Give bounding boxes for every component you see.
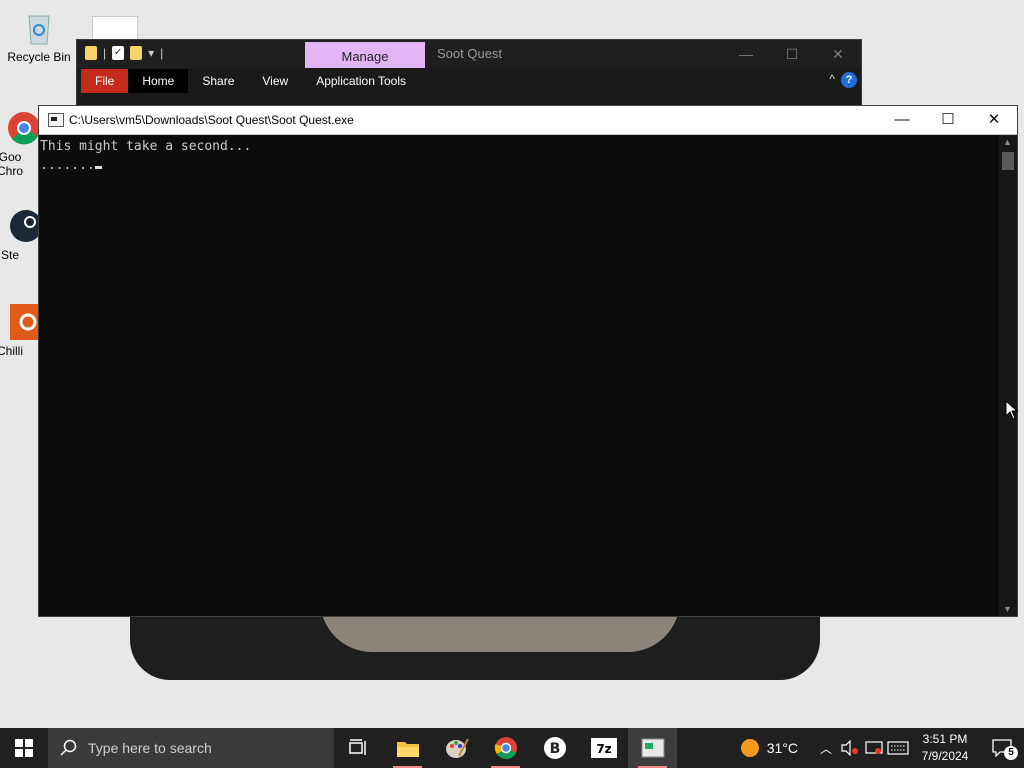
search-placeholder: Type here to search xyxy=(88,740,212,756)
weather-widget[interactable]: 31°C xyxy=(740,739,798,757)
collapse-ribbon-icon[interactable]: ^ xyxy=(829,72,835,86)
explorer-maximize-button[interactable]: ☐ xyxy=(769,40,815,68)
clock-date: 7/9/2024 xyxy=(921,749,969,763)
text-cursor xyxy=(94,166,102,169)
explorer-title: Soot Quest xyxy=(437,46,503,61)
task-view-button[interactable] xyxy=(334,728,383,768)
system-tray: 31°C ︿ 3:51 PM 7/9/2024 5 xyxy=(740,728,1024,768)
desktop-icon-label: Chilli xyxy=(0,344,23,358)
desktop-icon-label: Ste xyxy=(0,248,19,262)
tab-view[interactable]: View xyxy=(248,69,302,93)
steam-icon xyxy=(0,206,42,246)
console-line: ....... xyxy=(40,158,95,173)
tab-file[interactable]: File xyxy=(81,69,129,93)
console-line-progress: ....... xyxy=(40,156,998,175)
7zip-icon: 7z xyxy=(590,738,617,758)
keyboard-icon[interactable] xyxy=(886,728,910,768)
notification-center-button[interactable]: 5 xyxy=(980,728,1024,768)
volume-muted-icon[interactable] xyxy=(838,728,862,768)
explorer-titlebar: | ✓ ▾ | Manage Soot Quest — ☐ ✕ xyxy=(77,40,861,72)
desktop-icon-recycle-bin[interactable]: Recycle Bin xyxy=(2,8,76,64)
explorer-close-button[interactable]: ✕ xyxy=(815,40,861,68)
taskbar-console-app[interactable] xyxy=(628,728,677,768)
windows-logo-icon xyxy=(15,739,33,757)
chrome-icon xyxy=(494,737,517,759)
tab-application-tools[interactable]: Application Tools xyxy=(302,69,420,93)
tab-home[interactable]: Home xyxy=(128,69,189,93)
paint-palette-icon xyxy=(445,738,469,758)
show-hidden-icons-icon[interactable]: ︿ xyxy=(814,728,838,768)
folder-icon[interactable] xyxy=(85,46,97,60)
help-icon[interactable]: ? xyxy=(841,72,857,88)
start-button[interactable] xyxy=(0,728,48,768)
console-window[interactable]: C:\Users\vm5\Downloads\Soot Quest\Soot Q… xyxy=(38,105,1018,617)
notification-count-badge: 5 xyxy=(1004,746,1018,760)
svg-text:B: B xyxy=(549,741,560,757)
mouse-pointer-icon xyxy=(1005,400,1019,420)
taskbar-file-explorer[interactable] xyxy=(383,728,432,768)
quick-access-toolbar: | ✓ ▾ | xyxy=(85,46,163,60)
chrome-icon xyxy=(0,108,40,148)
recycle-bin-icon xyxy=(19,8,59,48)
file-explorer-icon xyxy=(396,742,419,757)
taskbar-paint[interactable] xyxy=(432,728,481,768)
b-app-icon: B xyxy=(543,737,566,759)
scroll-thumb[interactable] xyxy=(1002,152,1014,170)
svg-text:7z: 7z xyxy=(596,742,611,756)
desktop-icon-label: Recycle Bin xyxy=(7,50,71,64)
console-output[interactable]: This might take a second.......... xyxy=(39,135,999,616)
console-app-icon xyxy=(641,738,664,758)
maximize-button[interactable]: ☐ xyxy=(925,106,971,134)
tab-share[interactable]: Share xyxy=(188,69,248,93)
chilli-app-icon xyxy=(0,302,40,342)
console-app-icon xyxy=(48,113,64,127)
taskbar: Type here to search B 7z 31°C ︿ 3:51 PM … xyxy=(0,728,1024,768)
explorer-minimize-button[interactable]: — xyxy=(723,40,769,68)
scroll-down-icon[interactable]: ▼ xyxy=(1003,604,1012,614)
customize-qat-icon[interactable]: ▾ xyxy=(148,46,154,60)
minimize-button[interactable]: — xyxy=(879,106,925,134)
task-view-icon xyxy=(348,739,366,755)
explorer-ribbon: File Home Share View Application Tools ^… xyxy=(77,68,861,94)
network-icon[interactable] xyxy=(862,728,886,768)
close-button[interactable]: ✕ xyxy=(971,106,1017,134)
console-title: C:\Users\vm5\Downloads\Soot Quest\Soot Q… xyxy=(69,113,354,127)
file-explorer-window: | ✓ ▾ | Manage Soot Quest — ☐ ✕ File Hom… xyxy=(76,39,862,111)
console-scrollbar[interactable]: ▲ ▼ xyxy=(999,135,1017,616)
properties-icon[interactable]: ✓ xyxy=(112,46,125,60)
sun-icon xyxy=(740,739,759,757)
search-icon xyxy=(60,739,77,756)
console-line: This might take a second... xyxy=(40,139,252,154)
weather-temp: 31°C xyxy=(766,740,798,756)
taskbar-b-app[interactable]: B xyxy=(530,728,579,768)
new-folder-icon[interactable] xyxy=(130,46,143,60)
taskbar-search-box[interactable]: Type here to search xyxy=(48,728,334,768)
scroll-up-icon[interactable]: ▲ xyxy=(1003,137,1012,147)
separator: | xyxy=(103,46,107,60)
separator: | xyxy=(160,46,164,60)
taskbar-chrome[interactable] xyxy=(481,728,530,768)
clock[interactable]: 3:51 PM 7/9/2024 xyxy=(910,731,980,765)
clock-time: 3:51 PM xyxy=(922,732,968,746)
taskbar-7zip[interactable]: 7z xyxy=(579,728,628,768)
desktop-icon-label: Goo Chro xyxy=(0,150,23,178)
console-titlebar[interactable]: C:\Users\vm5\Downloads\Soot Quest\Soot Q… xyxy=(39,106,1017,135)
